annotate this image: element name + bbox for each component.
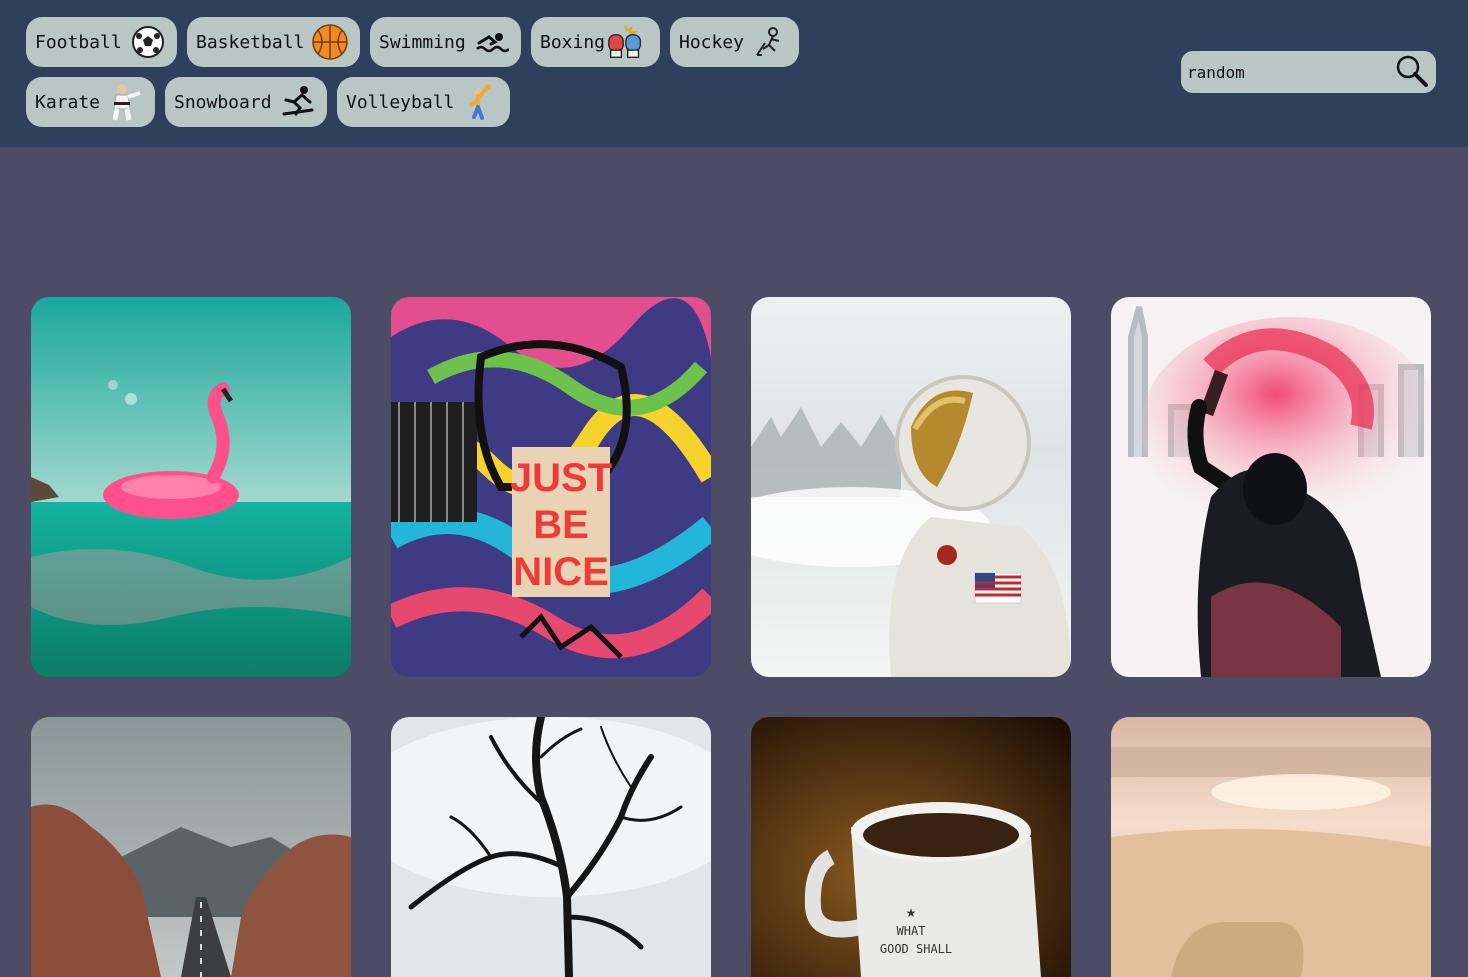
boxing-gloves-icon xyxy=(607,24,643,60)
sign-text-line: BE xyxy=(533,503,589,547)
photo-astronaut-snow[interactable] xyxy=(751,297,1071,677)
search-box xyxy=(1181,51,1436,93)
photo-bare-tree[interactable] xyxy=(391,717,711,977)
category-label: Swimming xyxy=(379,31,466,53)
top-bar: Football Basketball Swimming Boxing Hock… xyxy=(0,0,1468,147)
category-label: Hockey xyxy=(679,31,745,53)
snowboarder-icon xyxy=(280,84,316,120)
karate-figure-icon xyxy=(108,84,144,121)
category-karate[interactable]: Karate xyxy=(26,77,155,127)
category-swimming[interactable]: Swimming xyxy=(370,17,521,67)
search-input[interactable] xyxy=(1181,51,1391,93)
swimmer-icon xyxy=(474,24,510,60)
volleyball-player-icon xyxy=(462,84,498,120)
photo-beach-sunset[interactable] xyxy=(1111,717,1431,977)
magnifier-icon[interactable] xyxy=(1394,53,1430,89)
mug-text-line: GOOD SHALL xyxy=(880,942,952,956)
hockey-player-icon xyxy=(752,24,788,60)
category-label: Snowboard xyxy=(174,91,272,113)
category-boxing[interactable]: Boxing xyxy=(531,17,660,67)
mug-text-line: WHAT xyxy=(897,924,926,938)
category-label: Boxing xyxy=(540,31,606,53)
category-football[interactable]: Football xyxy=(26,17,177,67)
sign-text-line: NICE xyxy=(513,550,609,594)
category-basketball[interactable]: Basketball xyxy=(187,17,360,67)
category-label: Volleyball xyxy=(346,91,455,113)
photo-coffee-mug[interactable]: WHAT GOOD SHALL ★ xyxy=(751,717,1071,977)
category-hockey[interactable]: Hockey xyxy=(670,17,799,67)
photo-smoke-flare[interactable] xyxy=(1111,297,1431,677)
category-label: Football xyxy=(35,31,122,53)
sign-text-line: JUST xyxy=(510,456,612,500)
category-volleyball[interactable]: Volleyball xyxy=(337,77,510,127)
photo-graffiti-wall[interactable]: JUST BE NICE xyxy=(391,297,711,677)
category-label: Basketball xyxy=(196,31,305,53)
category-label: Karate xyxy=(35,91,101,113)
photo-canyon-road[interactable] xyxy=(31,717,351,977)
basketball-icon xyxy=(312,24,349,60)
photo-flamingo-float[interactable] xyxy=(31,297,351,677)
category-snowboard[interactable]: Snowboard xyxy=(165,77,327,127)
svg-text:★: ★ xyxy=(906,906,917,920)
soccer-ball-icon xyxy=(130,24,166,60)
